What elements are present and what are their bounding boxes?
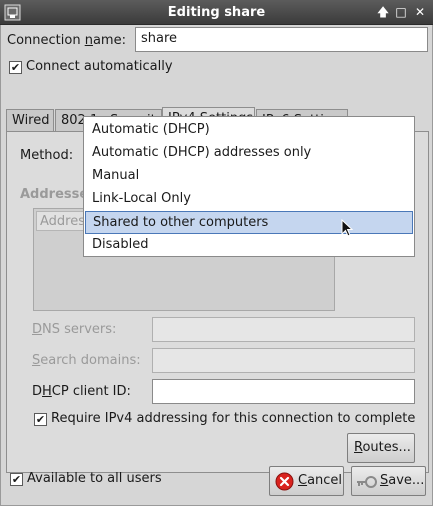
auto-connect-checkbox[interactable]: ✔	[9, 61, 22, 74]
search-domains-input[interactable]	[152, 348, 415, 373]
available-all-users-label: Available to all users	[27, 471, 162, 486]
mouse-cursor-icon	[341, 219, 353, 237]
method-option-manual[interactable]: Manual	[85, 165, 413, 188]
window-titlebar[interactable]: Editing share 🡅 □ ✕	[0, 0, 433, 25]
method-dropdown-list[interactable]: Automatic (DHCP) Automatic (DHCP) addres…	[83, 116, 415, 257]
maximize-arrow-icon[interactable]: 🡅	[374, 3, 392, 21]
method-option-automatic-dhcp[interactable]: Automatic (DHCP)	[85, 119, 413, 142]
dialog-body: Connection name: share ✔ Connect automat…	[0, 25, 433, 506]
tab-wired[interactable]: Wired	[6, 109, 54, 132]
cancel-icon	[275, 472, 294, 491]
search-domains-label: Search domains:	[32, 353, 141, 368]
method-option-disabled[interactable]: Disabled	[85, 234, 413, 257]
close-icon[interactable]: ✕	[411, 3, 429, 21]
connection-name-input[interactable]: share	[135, 27, 428, 52]
auto-connect-label: Connect automatically	[26, 59, 173, 74]
cancel-button[interactable]: Cancel	[269, 466, 344, 496]
connection-name-label: Connection name:	[7, 33, 126, 48]
key-icon	[357, 476, 377, 488]
dhcp-client-id-input[interactable]	[152, 379, 415, 404]
available-all-users-checkbox[interactable]: ✔	[10, 473, 23, 486]
save-button[interactable]: Save...	[351, 466, 426, 496]
addresses-label: Addresse	[20, 187, 89, 202]
method-label: Method:	[20, 148, 74, 163]
dhcp-client-id-label: DHCP client ID:	[32, 384, 131, 399]
method-option-dhcp-addresses-only[interactable]: Automatic (DHCP) addresses only	[85, 142, 413, 165]
restore-icon[interactable]: □	[392, 3, 410, 21]
method-option-shared[interactable]: Shared to other computers	[85, 211, 413, 234]
routes-button[interactable]: Routes...	[347, 433, 415, 463]
window-title: Editing share	[167, 5, 266, 20]
method-option-link-local-only[interactable]: Link-Local Only	[85, 188, 413, 211]
dns-servers-label: DNS servers:	[32, 322, 117, 337]
require-ipv4-checkbox[interactable]: ✔	[34, 413, 47, 426]
dns-servers-input[interactable]	[152, 317, 415, 342]
require-ipv4-label: Require IPv4 addressing for this connect…	[51, 411, 416, 426]
